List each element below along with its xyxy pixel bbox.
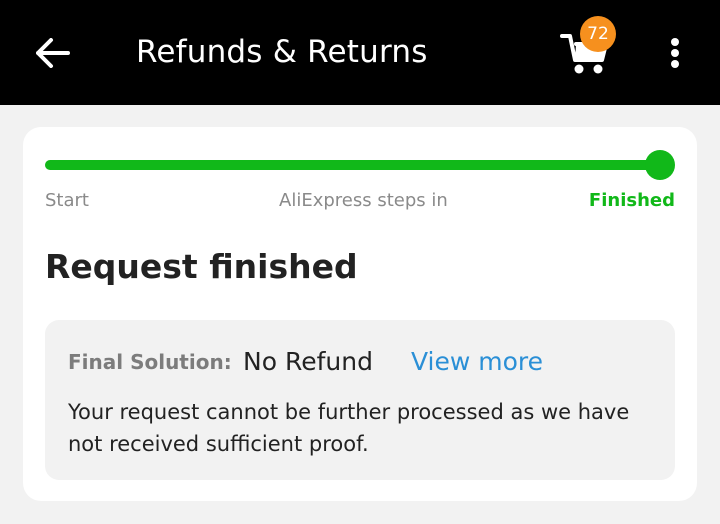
final-solution-box: Final Solution: No Refund View more Your… [45, 320, 675, 480]
solution-description: Your request cannot be further processed… [68, 400, 630, 456]
page-title: Refunds & Returns [136, 34, 428, 70]
step-start-label: Start [45, 190, 89, 211]
progress-track [45, 160, 661, 170]
top-app-bar: Refunds & Returns 72 [0, 0, 720, 105]
more-vertical-icon [671, 38, 679, 46]
progress-fill [45, 160, 661, 170]
step-finished-label: Finished [588, 190, 675, 211]
refund-status-card: Start AliExpress steps in Finished Reque… [23, 127, 697, 501]
view-more-link[interactable]: View more [411, 347, 543, 376]
final-solution-value: No Refund [243, 347, 373, 376]
cart-count-badge: 72 [580, 16, 616, 52]
request-status-heading: Request finished [45, 247, 358, 286]
more-options-button[interactable] [660, 32, 690, 74]
arrow-left-icon [36, 38, 70, 68]
step-aliexpress-label: AliExpress steps in [279, 190, 448, 211]
back-button[interactable] [30, 30, 76, 76]
progress-end-dot [645, 150, 675, 180]
final-solution-label: Final Solution: [68, 350, 232, 374]
